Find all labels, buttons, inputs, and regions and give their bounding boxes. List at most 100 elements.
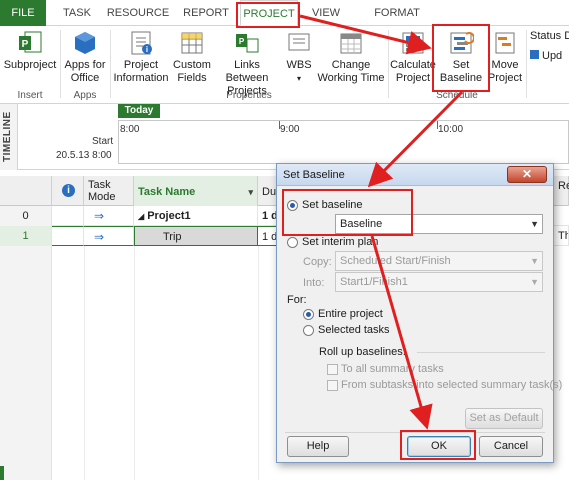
project-information-button[interactable]: i Project Information bbox=[112, 26, 170, 85]
close-button[interactable]: ✕ bbox=[507, 166, 547, 183]
selected-tasks-radio[interactable] bbox=[303, 325, 314, 336]
column-gridline bbox=[84, 246, 85, 480]
tab-project[interactable]: PROJECT bbox=[240, 0, 298, 26]
task-name-header-label: Task Name bbox=[138, 186, 196, 198]
collapse-triangle-icon[interactable]: ◢ bbox=[138, 212, 144, 221]
timeline-start-label: Start bbox=[92, 136, 114, 147]
set-baseline-option-label[interactable]: Set baseline bbox=[302, 199, 363, 211]
column-gridline bbox=[258, 246, 259, 480]
tab-file[interactable]: FILE bbox=[0, 0, 46, 26]
tab-task[interactable]: TASK bbox=[56, 0, 98, 26]
cancel-button[interactable]: Cancel bbox=[479, 436, 543, 457]
group-separator bbox=[60, 30, 61, 98]
move-project-line1: Move bbox=[491, 59, 519, 71]
selected-tasks-label[interactable]: Selected tasks bbox=[318, 324, 390, 336]
calculate-project-button[interactable]: Calculate Project bbox=[390, 26, 436, 85]
task-mode-cell[interactable]: ⇒ bbox=[84, 206, 134, 226]
copy-select[interactable]: Scheduled Start/Finish ▼ bbox=[335, 251, 543, 271]
into-label: Into: bbox=[303, 277, 325, 289]
header-resource-names[interactable]: Re bbox=[554, 176, 569, 206]
dialog-title-bar[interactable]: Set Baseline ✕ bbox=[277, 164, 553, 186]
timeline-bar[interactable] bbox=[118, 120, 569, 164]
move-project-button[interactable]: Move Project bbox=[486, 26, 524, 85]
header-task-name[interactable]: Task Name ▾ bbox=[134, 176, 258, 206]
tab-report[interactable]: REPORT bbox=[178, 0, 234, 26]
baseline-select[interactable]: Baseline ▼ bbox=[335, 214, 543, 234]
set-baseline-radio[interactable] bbox=[287, 200, 298, 211]
subproject-label: Subproject bbox=[3, 59, 57, 71]
ms-project-window: FILE TASK RESOURCE REPORT PROJECT VIEW F… bbox=[0, 0, 569, 480]
set-baseline-dialog: Set Baseline ✕ Set baseline Baseline ▼ S… bbox=[276, 163, 562, 463]
apps-icon bbox=[75, 32, 95, 54]
ok-button[interactable]: OK bbox=[407, 436, 471, 457]
set-as-default-button[interactable]: Set as Default bbox=[465, 408, 543, 429]
group-label-properties: Properties bbox=[226, 90, 272, 101]
calculate-project-line2: Project bbox=[395, 72, 431, 84]
update-project-button[interactable]: Upd bbox=[530, 50, 562, 62]
copy-select-value: Scheduled Start/Finish bbox=[340, 255, 451, 267]
entire-project-radio[interactable] bbox=[303, 309, 314, 320]
help-button[interactable]: Help bbox=[287, 436, 349, 457]
row-number-gutter bbox=[0, 246, 52, 480]
svg-text:P: P bbox=[22, 39, 29, 50]
status-date-button[interactable]: Status Da bbox=[530, 30, 569, 42]
change-working-time-line2: Working Time bbox=[317, 72, 385, 84]
roll-up-baselines-label: Roll up baselines: bbox=[319, 346, 406, 358]
entire-project-label[interactable]: Entire project bbox=[318, 308, 383, 320]
apps-label-line1: Apps for bbox=[64, 59, 106, 71]
task-name-cell[interactable]: ◢ Project1 bbox=[134, 206, 258, 226]
to-all-summary-checkbox[interactable] bbox=[327, 364, 338, 375]
ribbon-tab-bar: FILE TASK RESOURCE REPORT PROJECT VIEW F… bbox=[0, 0, 569, 26]
chevron-down-icon[interactable]: ▾ bbox=[248, 186, 253, 198]
custom-fields-button[interactable]: Custom Fields bbox=[172, 26, 212, 85]
set-baseline-line1: Set bbox=[452, 59, 470, 71]
from-subtasks-checkbox[interactable] bbox=[327, 380, 338, 391]
svg-text:i: i bbox=[146, 45, 148, 54]
timeline-pane[interactable]: TIMELINE Today 8:00 9:00 10:00 Start 20.… bbox=[0, 104, 569, 170]
task-mode-line2: Mode bbox=[88, 191, 116, 203]
tab-resource[interactable]: RESOURCE bbox=[104, 0, 172, 26]
header-task-mode[interactable]: Task Mode bbox=[84, 176, 134, 206]
footer-divider bbox=[285, 432, 545, 433]
for-label: For: bbox=[287, 294, 307, 306]
into-select[interactable]: Start1/Finish1 ▼ bbox=[335, 272, 543, 292]
set-baseline-button[interactable]: Set Baseline bbox=[438, 26, 484, 85]
wbs-button[interactable]: WBS ▾ bbox=[282, 26, 316, 85]
calculate-project-icon bbox=[402, 32, 424, 54]
custom-fields-icon bbox=[181, 32, 203, 54]
into-select-value: Start1/Finish1 bbox=[340, 276, 408, 288]
set-interim-plan-label[interactable]: Set interim plan bbox=[302, 236, 378, 248]
timeline-vertical-title: TIMELINE bbox=[2, 111, 13, 162]
change-working-time-button[interactable]: Change Working Time bbox=[316, 26, 386, 85]
auto-scheduled-icon: ⇒ bbox=[94, 209, 105, 223]
set-baseline-icon bbox=[450, 32, 474, 54]
set-interim-plan-radio[interactable] bbox=[287, 237, 298, 248]
to-all-summary-label: To all summary tasks bbox=[341, 363, 444, 375]
group-label-schedule: Schedule bbox=[436, 90, 478, 101]
tab-view[interactable]: VIEW bbox=[306, 0, 346, 26]
resource-names-cell[interactable]: Th bbox=[554, 226, 569, 246]
custom-fields-line1: Custom bbox=[173, 59, 211, 71]
tab-format[interactable]: FORMAT bbox=[370, 0, 424, 26]
links-between-projects-icon: P bbox=[236, 34, 259, 53]
task-mode-line1: Task bbox=[88, 179, 111, 191]
apps-for-office-button[interactable]: Apps for Office bbox=[62, 26, 108, 85]
indicator-cell bbox=[52, 226, 84, 246]
task-name-cell[interactable]: Trip bbox=[134, 226, 258, 246]
baseline-select-value: Baseline bbox=[340, 218, 383, 230]
links-between-projects-button[interactable]: P Links Between Projects bbox=[212, 26, 282, 98]
move-project-icon bbox=[495, 32, 515, 54]
group-divider bbox=[417, 352, 545, 353]
tick-label-8: 8:00 bbox=[120, 124, 140, 135]
task-mode-cell[interactable]: ⇒ bbox=[84, 226, 134, 246]
today-marker: Today bbox=[118, 104, 160, 118]
group-label-insert: Insert bbox=[17, 90, 43, 101]
chevron-down-icon: ▼ bbox=[530, 219, 539, 229]
wbs-icon bbox=[288, 33, 310, 51]
header-indicators[interactable]: i bbox=[52, 176, 84, 206]
move-project-line2: Project bbox=[487, 72, 523, 84]
column-gridline bbox=[134, 246, 135, 480]
subproject-button[interactable]: P Subproject bbox=[2, 26, 58, 72]
chevron-down-icon: ▼ bbox=[530, 256, 539, 266]
calendar-icon bbox=[340, 33, 362, 54]
